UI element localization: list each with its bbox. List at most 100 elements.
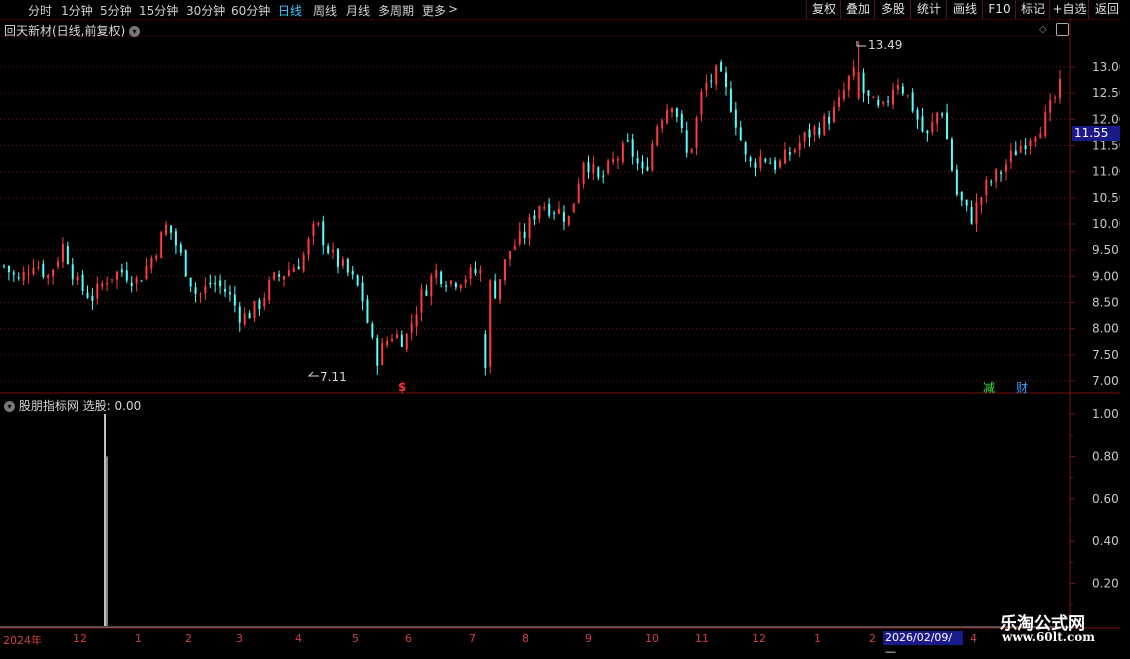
candle-body	[292, 267, 295, 273]
candle-body	[705, 83, 708, 91]
candle-body	[867, 90, 870, 97]
candle-body	[946, 112, 949, 140]
candle-body	[675, 108, 678, 117]
chart-title: 回天新材(日线,前复权) ▾	[4, 22, 141, 39]
candle-body	[921, 116, 924, 132]
candle-body	[562, 212, 565, 222]
indicator-axis-label: 0.80	[1092, 449, 1119, 463]
candle-body	[621, 143, 624, 162]
candle-body	[435, 269, 438, 279]
date-label: 3	[236, 632, 243, 645]
date-label: 9	[585, 632, 592, 645]
candle-body	[322, 221, 325, 246]
financial-report-marker[interactable]: 财	[1016, 379, 1028, 396]
candle-body	[111, 279, 114, 281]
candle-body	[680, 113, 683, 129]
kline-chart[interactable]: 13.0012.5012.0011.5011.0010.5010.009.509…	[0, 0, 1130, 650]
candle-body	[887, 101, 890, 103]
candle-body	[955, 169, 958, 195]
candle-body	[626, 140, 629, 142]
panel-toggle-icon[interactable]	[1056, 23, 1069, 36]
candle-body	[346, 258, 349, 273]
candle-body	[425, 290, 428, 296]
candle-body	[1034, 137, 1037, 143]
indicator-axis-label: 1.00	[1092, 407, 1119, 421]
candle-body	[449, 280, 452, 284]
candle-body	[828, 116, 831, 124]
dividend-marker[interactable]: $	[398, 380, 406, 394]
candle-body	[376, 338, 379, 366]
candle-body	[862, 72, 865, 94]
candle-body	[327, 246, 330, 254]
indicator-axis-label: 0.40	[1092, 534, 1119, 548]
candle-body	[896, 84, 899, 90]
date-label: 8	[522, 632, 529, 645]
candle-body	[901, 86, 904, 94]
candle-body	[970, 207, 973, 224]
diamond-icon[interactable]: ◇	[1039, 24, 1047, 35]
date-label: 5	[352, 632, 359, 645]
date-label: 2024年	[3, 634, 42, 647]
candle-body	[749, 157, 752, 162]
candle-body	[150, 257, 153, 269]
candle-body	[950, 139, 953, 171]
candle-body	[837, 97, 840, 107]
candle-body	[194, 287, 197, 294]
candle-body	[179, 244, 182, 253]
candle-body	[631, 139, 634, 157]
candle-body	[754, 162, 757, 168]
candle-body	[101, 283, 104, 287]
candle-body	[86, 292, 89, 298]
price-axis-label: 7.50	[1092, 348, 1119, 362]
candle-body	[400, 334, 403, 347]
candle-body	[1004, 164, 1007, 172]
price-axis-label: 8.50	[1092, 296, 1119, 310]
candle-body	[356, 275, 359, 286]
candle-body	[857, 72, 860, 99]
candle-body	[410, 323, 413, 333]
candle-body	[720, 62, 723, 72]
candle-body	[37, 267, 40, 269]
candle-body	[823, 115, 826, 135]
candle-body	[189, 277, 192, 287]
candle-body	[135, 277, 138, 284]
candle-body	[636, 158, 639, 164]
candle-body	[258, 299, 261, 310]
indicator-dropdown-icon[interactable]: ▾	[4, 401, 15, 412]
candle-body	[341, 259, 344, 266]
candle-body	[165, 224, 168, 235]
candle-body	[538, 206, 541, 219]
candle-body	[1000, 172, 1003, 174]
candle-body	[759, 156, 762, 168]
candle-body	[22, 271, 25, 281]
reduce-holding-marker[interactable]: 减	[983, 379, 995, 396]
candle-body	[503, 259, 506, 281]
candle-body	[612, 159, 615, 162]
candle-body	[1044, 111, 1047, 137]
candle-body	[130, 282, 133, 286]
candle-body	[420, 289, 423, 313]
candle-body	[842, 90, 845, 100]
candle-body	[317, 222, 320, 225]
candle-body	[391, 339, 394, 341]
date-label: 1	[135, 632, 142, 645]
candle-body	[228, 292, 231, 295]
candle-body	[656, 126, 659, 146]
title-dropdown-icon[interactable]: ▾	[129, 26, 141, 37]
price-axis-label: 8.00	[1092, 322, 1119, 336]
candle-body	[248, 313, 251, 319]
candle-body	[91, 295, 94, 301]
candle-body	[646, 166, 649, 171]
candle-body	[32, 267, 35, 275]
side-info-strip[interactable]	[1120, 19, 1130, 639]
date-label: 2	[185, 632, 192, 645]
candle-body	[464, 279, 467, 283]
candle-body	[528, 217, 531, 239]
candle-body	[115, 271, 118, 280]
stock-title-label: 回天新材(日线,前复权)	[4, 24, 126, 38]
candle-body	[81, 274, 84, 291]
candle-body	[484, 333, 487, 368]
candle-body	[71, 264, 74, 280]
candle-body	[892, 89, 895, 105]
indicator-title: ▾ 股朋指标网 选股: 0.00	[4, 397, 141, 414]
